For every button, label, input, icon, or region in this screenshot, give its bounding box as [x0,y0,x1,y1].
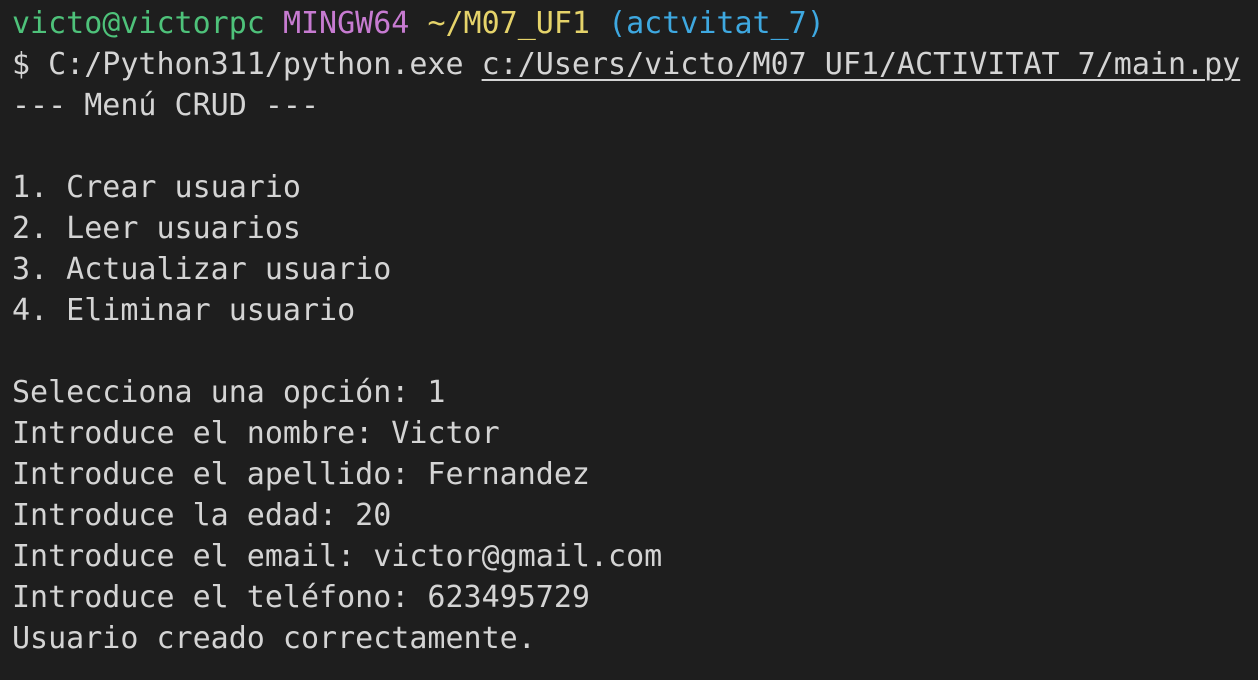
menu-option-create: 1. Crear usuario [12,170,301,205]
menu-option-update: 3. Actualizar usuario [12,252,392,287]
phone-input-line: Introduce el teléfono: 623495729 [12,580,590,615]
prompt-line: victo@victorpc MINGW64 ~/M07_UF1 (actvit… [12,3,1258,44]
age-input-line: Introduce la edad: 20 [12,498,392,533]
prompt-symbol: $ [12,47,31,82]
command-executable: C:/Python311/python.exe [48,47,464,82]
name-input-line: Introduce el nombre: Victor [12,416,500,451]
menu-option-read: 2. Leer usuarios [12,211,301,246]
prompt-env: MINGW64 [282,6,410,41]
success-message: Usuario creado correctamente. [12,621,536,656]
command-line: $ C:/Python311/python.exe c:/Users/victo… [12,44,1258,85]
menu-option-delete: 4. Eliminar usuario [12,293,356,328]
prompt-branch: (actvitat_7) [608,6,825,41]
prompt-path: ~/M07_UF1 [427,6,590,41]
prompt-user-host: victo@victorpc [12,6,265,41]
select-option-line: Selecciona una opción: 1 [12,375,446,410]
menu-title: --- Menú CRUD --- [12,88,320,123]
email-input-line: Introduce el email: victor@gmail.com [12,539,663,574]
terminal-window[interactable]: victo@victorpc MINGW64 ~/M07_UF1 (actvit… [0,0,1258,680]
script-path-link[interactable]: c:/Users/victo/M07_UF1/ACTIVITAT_7/main.… [482,47,1241,82]
surname-input-line: Introduce el apellido: Fernandez [12,457,590,492]
